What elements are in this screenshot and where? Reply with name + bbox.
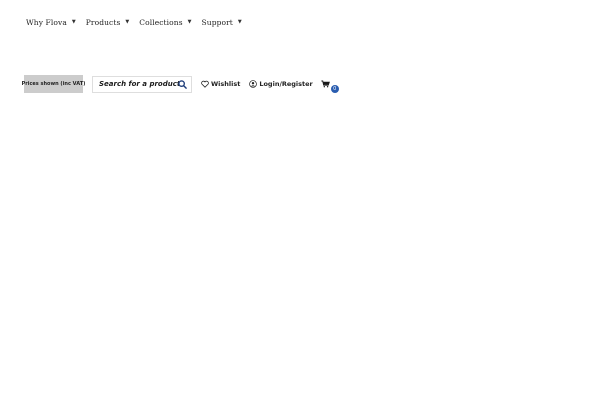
wishlist-link[interactable]: Wishlist <box>201 80 240 88</box>
nav-item-label: Support <box>201 17 233 27</box>
search-box <box>92 75 192 93</box>
nav-item-why-flova[interactable]: Why Flova ▼ <box>26 18 76 27</box>
caret-down-icon: ▼ <box>237 18 242 25</box>
nav-item-label: Why Flova <box>26 17 67 27</box>
caret-down-icon: ▼ <box>71 18 76 25</box>
heart-icon <box>201 80 209 88</box>
login-label: Login/Register <box>259 80 313 88</box>
vat-label: Prices shown (inc VAT) <box>21 81 86 87</box>
header-toolbar: Prices shown (inc VAT) Wishlist Login/Re <box>21 75 339 93</box>
caret-down-icon: ▼ <box>125 18 130 25</box>
nav-item-collections[interactable]: Collections ▼ <box>139 18 191 27</box>
nav-item-label: Collections <box>139 17 183 27</box>
vat-toggle[interactable]: Prices shown (inc VAT) <box>21 75 86 93</box>
login-register-link[interactable]: Login/Register <box>249 80 313 88</box>
search-button[interactable] <box>177 80 187 90</box>
caret-down-icon: ▼ <box>187 18 192 25</box>
nav-item-label: Products <box>85 17 121 27</box>
nav-item-support[interactable]: Support ▼ <box>202 18 242 27</box>
user-icon <box>249 80 258 88</box>
main-nav: Why Flova ▼ Products ▼ Collections ▼ Sup… <box>26 16 252 28</box>
wishlist-label: Wishlist <box>211 80 241 88</box>
search-icon <box>177 80 187 89</box>
search-input[interactable] <box>99 80 179 88</box>
nav-item-products[interactable]: Products ▼ <box>86 18 130 27</box>
cart-count-badge: 0 <box>330 85 339 93</box>
cart-button[interactable]: 0 <box>321 80 339 93</box>
cart-icon <box>321 80 330 88</box>
